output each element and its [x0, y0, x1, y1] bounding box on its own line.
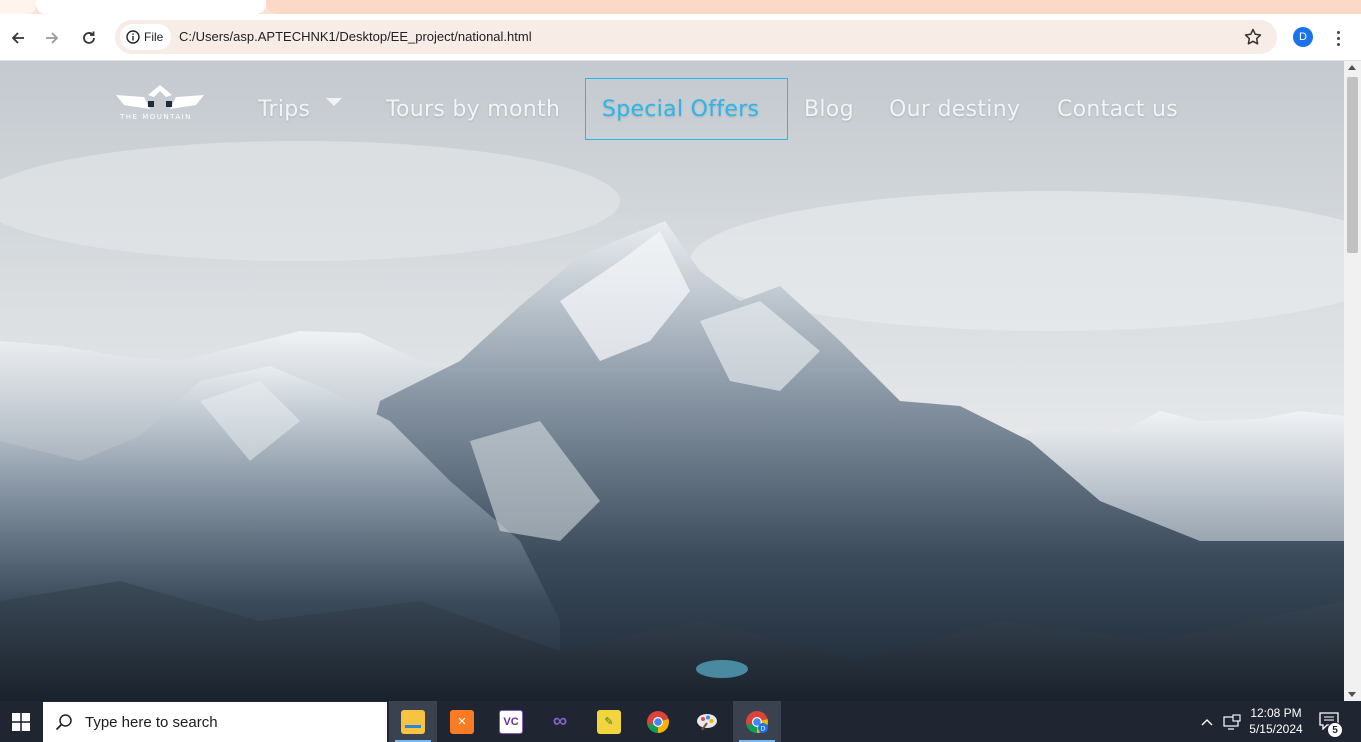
dropdown-caret-icon [326, 98, 343, 106]
forward-button[interactable] [38, 24, 66, 52]
nav-blog[interactable]: Blog [804, 78, 854, 140]
show-hidden-icons-button[interactable] [1198, 701, 1216, 742]
app-installer-icon: ✎ [597, 709, 621, 734]
bookmark-star-icon[interactable] [1243, 27, 1263, 47]
vertical-scrollbar[interactable] [1344, 61, 1361, 701]
chevron-up-icon [1201, 718, 1213, 725]
nav-tours-by-month[interactable]: Tours by month [386, 78, 560, 140]
search-icon [55, 714, 72, 731]
taskbar-clock[interactable]: 12:08 PM 5/15/2024 [1240, 705, 1312, 737]
taskbar-chrome[interactable] [634, 701, 682, 742]
profile-avatar[interactable]: D [1293, 27, 1313, 47]
vs-code-variant-icon: VC [499, 709, 523, 734]
info-icon [126, 30, 140, 44]
forward-arrow-icon [46, 32, 59, 44]
taskbar-xampp[interactable]: ✕ [438, 701, 486, 742]
back-arrow-icon [11, 32, 24, 44]
main-navigation: Trips Tours by month Special Offers Blog… [0, 78, 1344, 142]
visual-studio-icon: ∞ [552, 710, 568, 732]
svg-text:D: D [760, 724, 765, 732]
tab-strip-background [266, 0, 1361, 14]
address-bar[interactable]: File C:/Users/asp.APTECHNK1/Desktop/EE_p… [115, 20, 1277, 54]
taskbar-file-explorer[interactable] [389, 701, 437, 742]
nav-special-offers[interactable]: Special Offers [585, 78, 788, 140]
taskbar-visual-studio[interactable]: ∞ [536, 701, 584, 742]
tab-left[interactable] [0, 0, 36, 14]
clock-time: 12:08 PM [1250, 706, 1302, 720]
chrome-icon [647, 710, 669, 733]
scrollbar-thumb[interactable] [1347, 77, 1358, 253]
file-explorer-icon [401, 709, 425, 734]
start-button[interactable] [0, 701, 42, 742]
active-tab[interactable] [36, 0, 266, 14]
scroll-up-arrow-icon[interactable] [1348, 65, 1356, 70]
paint-icon [697, 713, 717, 731]
nav-trips-label: Trips [258, 96, 311, 122]
taskbar-vs-code-variant[interactable]: VC [487, 701, 535, 742]
url-text[interactable]: C:/Users/asp.APTECHNK1/Desktop/EE_projec… [179, 29, 532, 44]
taskbar-app-installer[interactable]: ✎ [585, 701, 633, 742]
reload-button[interactable] [75, 24, 103, 52]
nav-contact-us[interactable]: Contact us [1057, 78, 1178, 140]
windows-taskbar: Type here to search ✕ VC ∞ ✎ D 12:08 PM … [0, 701, 1361, 742]
nav-our-destiny[interactable]: Our destiny [889, 78, 1020, 140]
network-icon [1223, 713, 1241, 730]
page-viewport: THE MOUNTAIN Trips Tours by month Specia… [0, 61, 1344, 701]
search-placeholder: Type here to search [85, 713, 218, 731]
back-button[interactable] [4, 24, 32, 52]
taskbar-paint[interactable] [683, 701, 731, 742]
clock-date: 5/15/2024 [1249, 722, 1303, 736]
windows-logo-icon [12, 712, 30, 731]
mountain-hero-image [0, 61, 1344, 701]
notification-count-badge: 5 [1327, 722, 1343, 738]
chrome-profile-icon: D [746, 710, 768, 733]
browser-toolbar: File C:/Users/asp.APTECHNK1/Desktop/EE_p… [0, 14, 1361, 61]
site-info-chip[interactable]: File [120, 24, 171, 50]
browser-menu-button[interactable] [1328, 26, 1348, 50]
taskbar-chrome-profile[interactable]: D [733, 701, 781, 742]
scroll-down-arrow-icon[interactable] [1348, 692, 1356, 697]
reload-icon [83, 31, 95, 44]
site-chip-label: File [144, 30, 164, 44]
browser-tab-strip [0, 0, 1361, 14]
xampp-icon: ✕ [450, 709, 474, 734]
taskbar-search-box[interactable]: Type here to search [43, 702, 387, 742]
nav-trips[interactable]: Trips [258, 78, 343, 140]
